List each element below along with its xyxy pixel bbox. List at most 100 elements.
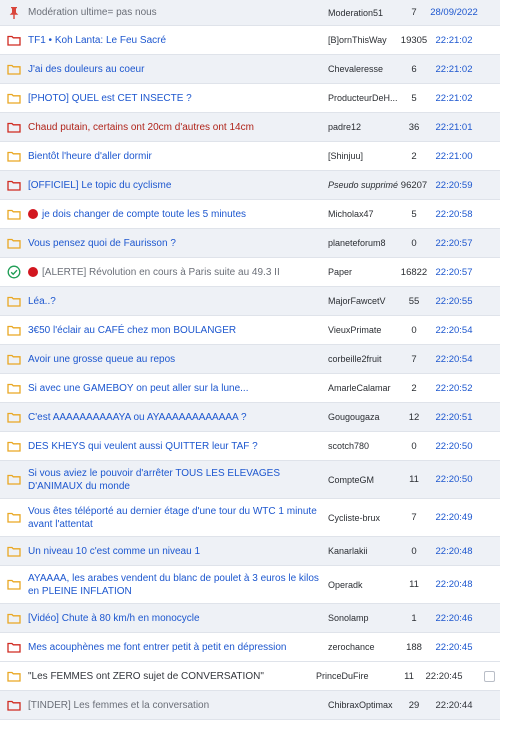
topic-row[interactable]: [PHOTO] QUEL est CET INSECTE ? Producteu… <box>0 84 500 113</box>
topic-author[interactable]: Gougougaza <box>328 412 400 422</box>
topic-author[interactable]: corbeille2fruit <box>328 354 400 364</box>
topic-author[interactable]: VieuxPrimate <box>328 325 400 335</box>
topic-row[interactable]: J'ai des douleurs au coeur Chevaleresse … <box>0 55 500 84</box>
topic-author[interactable]: Kanarlakii <box>328 546 400 556</box>
topic-row[interactable]: [TINDER] Les femmes et la conversation C… <box>0 691 500 720</box>
topic-row[interactable]: Vous êtes téléporté au dernier étage d'u… <box>0 499 500 537</box>
topic-row[interactable]: Léa..? MajorFawcetV 55 22:20:55 <box>0 287 500 316</box>
topic-last-message[interactable]: 22:20:51 <box>428 412 480 423</box>
topic-last-message[interactable]: 22:20:50 <box>428 474 480 485</box>
topic-last-message[interactable]: 22:21:02 <box>428 93 480 104</box>
topic-title[interactable]: [TINDER] Les femmes et la conversation <box>28 699 328 712</box>
topic-last-message[interactable]: 22:21:02 <box>428 64 480 75</box>
topic-author[interactable]: PrinceDuFire <box>316 671 398 681</box>
topic-last-message[interactable]: 22:20:57 <box>428 267 480 278</box>
topic-row[interactable]: C'est AAAAAAAAAAYA ou AYAAAAAAAAAAAA ? G… <box>0 403 500 432</box>
topic-author[interactable]: [B]ornThisWay <box>328 35 400 45</box>
topic-author[interactable]: Moderation51 <box>328 8 400 18</box>
topic-row[interactable]: [ALERTE] Révolution en cours à Paris sui… <box>0 258 500 287</box>
topic-last-message[interactable]: 22:20:48 <box>428 579 480 590</box>
topic-row[interactable]: je dois changer de compte toute les 5 mi… <box>0 200 500 229</box>
topic-author[interactable]: scotch780 <box>328 441 400 451</box>
topic-title[interactable]: [PHOTO] QUEL est CET INSECTE ? <box>28 92 328 105</box>
topic-title[interactable]: Modération ultime= pas nous <box>28 6 328 19</box>
topic-title[interactable]: Bientôt l'heure d'aller dormir <box>28 150 328 163</box>
topic-last-message[interactable]: 22:20:50 <box>428 441 480 452</box>
topic-title[interactable]: [ALERTE] Révolution en cours à Paris sui… <box>28 266 328 279</box>
select-checkbox[interactable] <box>484 670 495 682</box>
topic-title[interactable]: 3€50 l'éclair au CAFÉ chez mon BOULANGER <box>28 324 328 337</box>
topic-author[interactable]: zerochance <box>328 642 400 652</box>
topic-row[interactable]: Chaud putain, certains ont 20cm d'autres… <box>0 113 500 142</box>
topic-row[interactable]: DES KHEYS qui veulent aussi QUITTER leur… <box>0 432 500 461</box>
topic-title[interactable]: je dois changer de compte toute les 5 mi… <box>28 208 328 221</box>
topic-row[interactable]: [OFFICIEL] Le topic du cyclisme Pseudo s… <box>0 171 500 200</box>
topic-row[interactable]: Bientôt l'heure d'aller dormir [Shinjuu]… <box>0 142 500 171</box>
topic-title[interactable]: Chaud putain, certains ont 20cm d'autres… <box>28 121 328 134</box>
topic-row[interactable]: Si avec une GAMEBOY on peut aller sur la… <box>0 374 500 403</box>
topic-title[interactable]: TF1 • Koh Lanta: Le Feu Sacré <box>28 34 328 47</box>
topic-author[interactable]: ProducteurDeH... <box>328 93 400 103</box>
topic-last-message[interactable]: 22:20:57 <box>428 238 480 249</box>
topic-author[interactable]: [Shinjuu] <box>328 151 400 161</box>
topic-last-message[interactable]: 22:20:45 <box>428 642 480 653</box>
topic-last-message[interactable]: 22:20:44 <box>428 700 480 711</box>
topic-last-message[interactable]: 28/09/2022 <box>428 7 480 18</box>
topic-last-message[interactable]: 22:20:45 <box>420 671 468 682</box>
topic-last-message[interactable]: 22:20:54 <box>428 354 480 365</box>
topic-last-message[interactable]: 22:20:58 <box>428 209 480 220</box>
topic-row[interactable]: Vous pensez quoi de Faurisson ? planetef… <box>0 229 500 258</box>
topic-author[interactable]: CompteGM <box>328 475 400 485</box>
topic-last-message[interactable]: 22:20:52 <box>428 383 480 394</box>
topic-last-message[interactable]: 22:21:00 <box>428 151 480 162</box>
topic-title[interactable]: Un niveau 10 c'est comme un niveau 1 <box>28 545 328 558</box>
topic-row[interactable]: "Les FEMMES ont ZERO sujet de CONVERSATI… <box>0 662 500 691</box>
topic-last-message[interactable]: 22:20:46 <box>428 613 480 624</box>
topic-last-message[interactable]: 22:20:59 <box>428 180 480 191</box>
topic-row[interactable]: TF1 • Koh Lanta: Le Feu Sacré [B]ornThis… <box>0 26 500 55</box>
topic-author[interactable]: padre12 <box>328 122 400 132</box>
topic-row[interactable]: AYAAAA, les arabes vendent du blanc de p… <box>0 566 500 604</box>
topic-author[interactable]: Sonolamp <box>328 613 400 623</box>
topic-title[interactable]: Avoir une grosse queue au repos <box>28 353 328 366</box>
topic-reply-count: 11 <box>409 474 419 485</box>
topic-author[interactable]: Micholax47 <box>328 209 400 219</box>
topic-title[interactable]: C'est AAAAAAAAAAYA ou AYAAAAAAAAAAAA ? <box>28 411 328 424</box>
topic-row[interactable]: Mes acouphènes me font entrer petit à pe… <box>0 633 500 662</box>
topic-row[interactable]: 3€50 l'éclair au CAFÉ chez mon BOULANGER… <box>0 316 500 345</box>
topic-row[interactable]: Si vous aviez le pouvoir d'arrêter TOUS … <box>0 461 500 499</box>
topic-title[interactable]: AYAAAA, les arabes vendent du blanc de p… <box>28 572 328 598</box>
topic-last-message[interactable]: 22:20:54 <box>428 325 480 336</box>
topic-title[interactable]: Léa..? <box>28 295 328 308</box>
topic-author[interactable]: Paper <box>328 267 400 277</box>
topic-title[interactable]: Vous pensez quoi de Faurisson ? <box>28 237 328 250</box>
topic-title[interactable]: [OFFICIEL] Le topic du cyclisme <box>28 179 328 192</box>
topic-last-message[interactable]: 22:21:01 <box>428 122 480 133</box>
topic-author[interactable]: Operadk <box>328 580 400 590</box>
topic-last-message[interactable]: 22:20:49 <box>428 512 480 523</box>
topic-last-message[interactable]: 22:21:02 <box>428 35 480 46</box>
topic-author[interactable]: Chevaleresse <box>328 64 400 74</box>
topic-title[interactable]: Si vous aviez le pouvoir d'arrêter TOUS … <box>28 467 328 493</box>
topic-last-message[interactable]: 22:20:55 <box>428 296 480 307</box>
topic-row[interactable]: Avoir une grosse queue au repos corbeill… <box>0 345 500 374</box>
topic-author[interactable]: ChibraxOptimax <box>328 700 400 710</box>
topic-title[interactable]: Si avec une GAMEBOY on peut aller sur la… <box>28 382 328 395</box>
topic-reply-count: 2 <box>411 150 417 162</box>
topic-title[interactable]: Mes acouphènes me font entrer petit à pe… <box>28 641 328 654</box>
topic-row[interactable]: Modération ultime= pas nous Moderation51… <box>0 0 500 26</box>
topic-title[interactable]: Vous êtes téléporté au dernier étage d'u… <box>28 505 328 531</box>
topic-last-message[interactable]: 22:20:48 <box>428 546 480 557</box>
topic-author[interactable]: Cycliste-brux <box>328 513 400 523</box>
topic-author[interactable]: planeteforum8 <box>328 238 400 248</box>
topic-title[interactable]: "Les FEMMES ont ZERO sujet de CONVERSATI… <box>28 670 316 683</box>
topic-reply-count: 7 <box>411 7 417 18</box>
scrollbar[interactable] <box>500 0 508 736</box>
topic-row[interactable]: [Vidéo] Chute à 80 km/h en monocycle Son… <box>0 604 500 633</box>
topic-author[interactable]: AmarleCalamar <box>328 383 400 393</box>
topic-title[interactable]: [Vidéo] Chute à 80 km/h en monocycle <box>28 612 328 625</box>
topic-row[interactable]: Un niveau 10 c'est comme un niveau 1 Kan… <box>0 537 500 566</box>
topic-title[interactable]: DES KHEYS qui veulent aussi QUITTER leur… <box>28 440 328 453</box>
topic-author[interactable]: MajorFawcetV <box>328 296 400 306</box>
topic-title[interactable]: J'ai des douleurs au coeur <box>28 63 328 76</box>
